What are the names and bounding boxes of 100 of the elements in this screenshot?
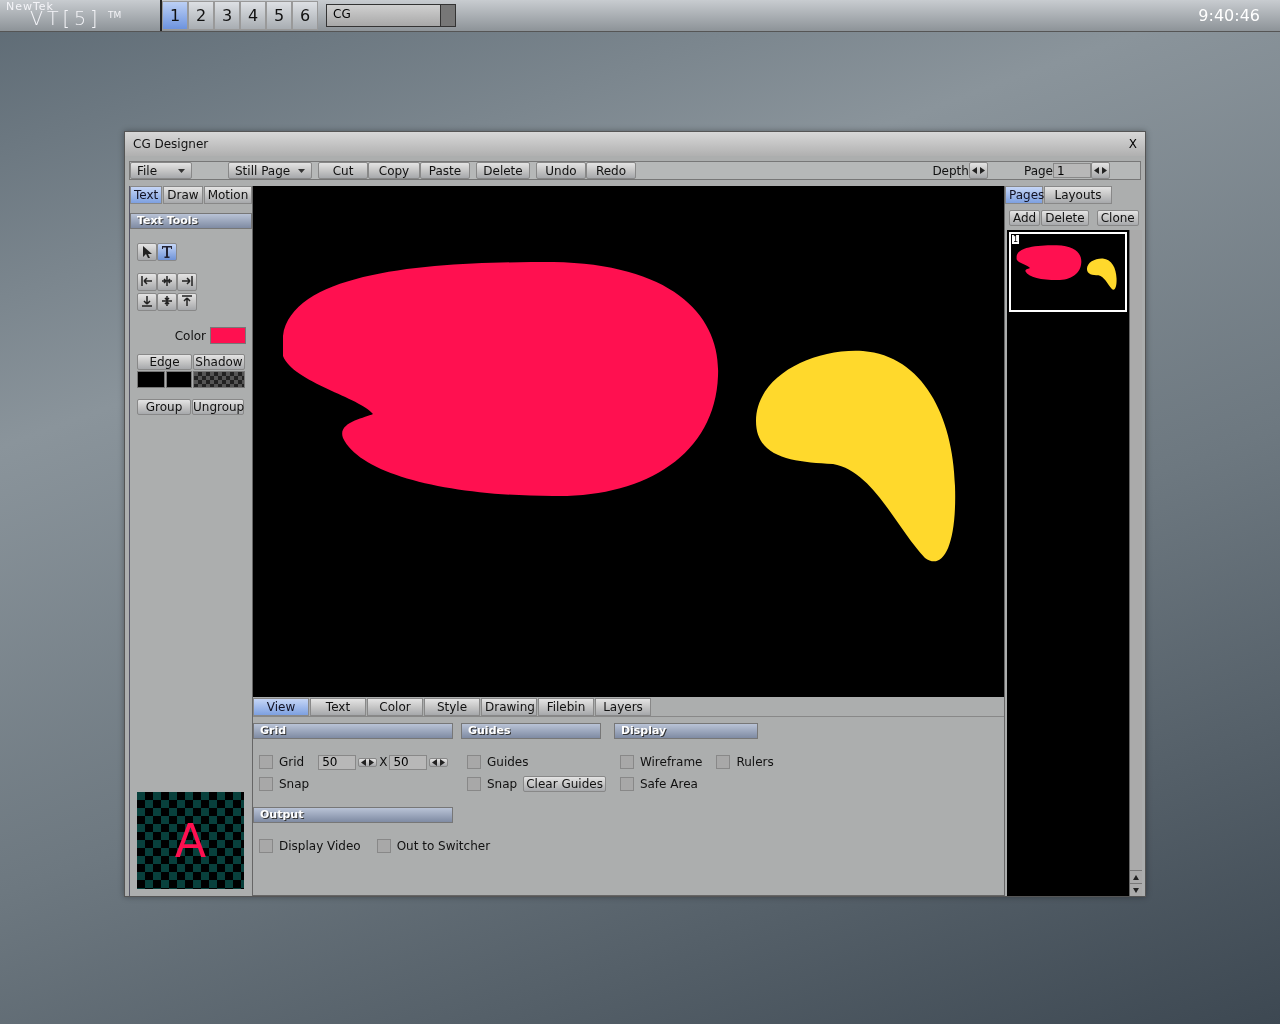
checkbox[interactable] bbox=[376, 839, 391, 853]
page-type-dropdown[interactable]: Still Page bbox=[228, 162, 312, 179]
toolbar-button[interactable]: Paste bbox=[420, 162, 470, 179]
edge-button[interactable]: Edge bbox=[137, 354, 192, 370]
desktop-tab[interactable]: 6 bbox=[292, 1, 318, 30]
page-list-button[interactable]: Clone bbox=[1096, 210, 1139, 226]
checkbox[interactable] bbox=[259, 755, 273, 769]
app-field[interactable]: CG bbox=[326, 4, 456, 27]
thumbnail-shape bbox=[1086, 258, 1117, 290]
checkbox[interactable] bbox=[467, 755, 481, 769]
checkbox[interactable] bbox=[467, 777, 481, 791]
file-menu[interactable]: File bbox=[130, 162, 192, 179]
section-header: Display bbox=[613, 723, 758, 739]
panel-tab[interactable]: Color bbox=[367, 698, 423, 716]
left-arrow-icon bbox=[1094, 167, 1099, 174]
page-thumbnail[interactable]: 1 bbox=[1009, 232, 1127, 312]
checkbox-label: Safe Area bbox=[639, 777, 698, 791]
checkbox[interactable] bbox=[259, 839, 273, 853]
page-label: Page bbox=[1023, 163, 1053, 178]
toolbar-button[interactable]: Undo bbox=[536, 162, 586, 179]
toolbar-button[interactable]: Copy bbox=[368, 162, 420, 179]
grid-height-stepper[interactable] bbox=[429, 757, 449, 767]
section-header: Grid bbox=[253, 723, 453, 739]
right-arrow-icon bbox=[440, 758, 446, 766]
color-swatch[interactable] bbox=[210, 327, 246, 344]
close-button[interactable]: X bbox=[1128, 137, 1137, 151]
desktop-tab[interactable]: 5 bbox=[266, 1, 292, 30]
toolbar-button[interactable]: Delete bbox=[476, 162, 530, 179]
page-stepper[interactable] bbox=[1091, 162, 1110, 179]
panel-tab[interactable]: Filebin bbox=[538, 698, 594, 716]
shadow-button[interactable]: Shadow bbox=[193, 354, 245, 370]
color-label: Color bbox=[174, 328, 206, 343]
tool-button[interactable] bbox=[137, 243, 157, 261]
align-button[interactable] bbox=[137, 273, 157, 291]
page-list-button[interactable]: Delete bbox=[1041, 210, 1089, 226]
ungroup-button[interactable]: Ungroup bbox=[192, 399, 244, 415]
caret-icon bbox=[298, 168, 305, 173]
shadow-color-swatch[interactable] bbox=[193, 371, 245, 388]
align-button[interactable] bbox=[177, 293, 197, 311]
align-icon bbox=[181, 294, 193, 307]
desktop-tab[interactable]: 2 bbox=[188, 1, 214, 30]
desktop-tab[interactable]: 1 bbox=[162, 1, 188, 30]
align-button[interactable] bbox=[157, 273, 177, 291]
panel-tab[interactable]: Style bbox=[424, 698, 480, 716]
page-field[interactable]: 1 bbox=[1053, 163, 1091, 178]
toolbar-button[interactable]: Redo bbox=[586, 162, 636, 179]
toolbar-button[interactable]: Cut bbox=[318, 162, 368, 179]
panel-tab[interactable]: Layers bbox=[595, 698, 651, 716]
scroll-down-icon[interactable] bbox=[1133, 887, 1139, 893]
panel-tab[interactable]: Text bbox=[130, 186, 163, 204]
grid-width-stepper[interactable] bbox=[358, 757, 378, 767]
align-icon bbox=[141, 274, 153, 287]
scroll-up-icon[interactable] bbox=[1133, 874, 1139, 880]
clock: 9:40:46 bbox=[1198, 6, 1260, 25]
pointer-icon bbox=[142, 246, 152, 258]
checkbox[interactable] bbox=[716, 755, 731, 769]
checkbox[interactable] bbox=[619, 755, 634, 769]
scrollbar[interactable] bbox=[1129, 230, 1142, 896]
align-icon bbox=[141, 294, 153, 307]
align-icon bbox=[161, 294, 173, 307]
right-arrow-icon bbox=[979, 167, 985, 174]
page-list-button[interactable]: Add bbox=[1009, 210, 1041, 226]
align-button[interactable] bbox=[157, 293, 177, 311]
tool-button[interactable] bbox=[157, 243, 177, 261]
text-style-preview: A bbox=[137, 792, 244, 889]
large-blob-shape[interactable] bbox=[283, 262, 718, 496]
desktop-tab[interactable]: 4 bbox=[240, 1, 266, 30]
group-button[interactable]: Group bbox=[137, 399, 191, 415]
grid-width-field[interactable]: 50 bbox=[318, 754, 357, 770]
edge-color-swatch[interactable] bbox=[166, 371, 192, 388]
align-button[interactable] bbox=[177, 273, 197, 291]
thumbnail-shape bbox=[1016, 245, 1082, 281]
design-canvas[interactable] bbox=[253, 186, 1004, 697]
depth-stepper[interactable] bbox=[968, 162, 988, 179]
panel-tab[interactable]: View bbox=[253, 698, 309, 716]
checkbox-label: Display Video bbox=[279, 839, 361, 853]
right-arrow-icon bbox=[1102, 167, 1107, 174]
panel-tab[interactable]: Pages bbox=[1005, 186, 1043, 204]
checkbox-label: Wireframe bbox=[639, 755, 703, 769]
checkbox-label: Rulers bbox=[736, 755, 774, 769]
section-header: Text Tools bbox=[130, 213, 252, 229]
desktop-tab[interactable]: 3 bbox=[214, 1, 240, 30]
panel-tab[interactable]: Layouts bbox=[1044, 186, 1112, 204]
checkbox-label: Snap bbox=[279, 777, 310, 791]
align-button[interactable] bbox=[137, 293, 157, 311]
panel-tab[interactable]: Draw bbox=[163, 186, 203, 204]
window-title: CG Designer bbox=[133, 137, 209, 151]
align-icon bbox=[181, 274, 193, 287]
checkbox-label: Guides bbox=[487, 755, 529, 769]
align-icon bbox=[161, 274, 173, 287]
checkbox[interactable] bbox=[259, 777, 273, 791]
comma-blob-shape[interactable] bbox=[756, 350, 956, 562]
edge-color-swatch[interactable] bbox=[137, 371, 165, 388]
right-arrow-icon bbox=[369, 758, 375, 766]
panel-tab[interactable]: Drawing bbox=[481, 698, 537, 716]
grid-height-field[interactable]: 50 bbox=[389, 754, 428, 770]
checkbox[interactable] bbox=[619, 777, 634, 791]
clear-guides-button[interactable]: Clear Guides bbox=[523, 776, 606, 792]
panel-tab[interactable]: Motion bbox=[203, 186, 253, 204]
panel-tab[interactable]: Text bbox=[310, 698, 366, 716]
